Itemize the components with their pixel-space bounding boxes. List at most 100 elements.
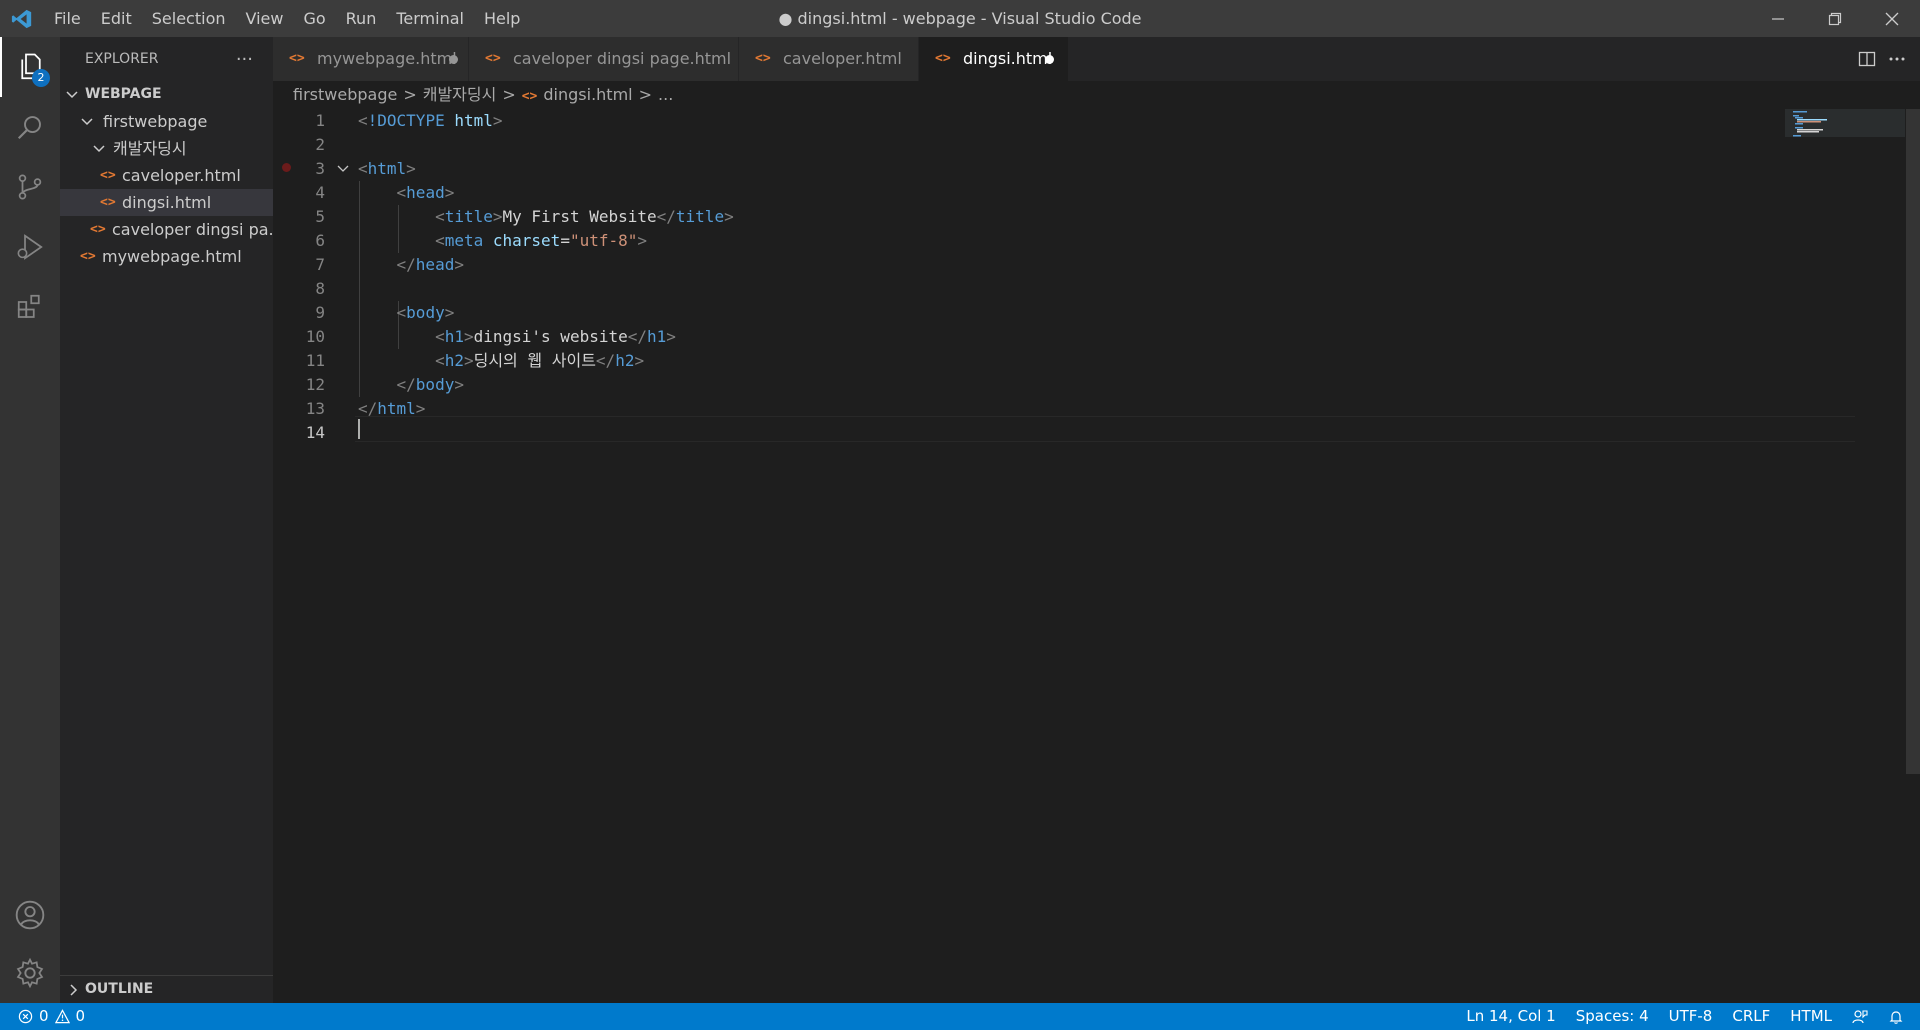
- title-text: My First Website: [502, 207, 657, 226]
- html-file-icon: <>: [289, 51, 305, 66]
- explorer-more-actions-button[interactable]: ···: [236, 49, 253, 70]
- explorer-sidebar: EXPLORER ··· WEBPAGE firstwebpage 캐발자딩시 …: [60, 37, 273, 1003]
- unsaved-dot-icon[interactable]: [449, 55, 458, 64]
- explorer-header: EXPLORER ···: [60, 37, 273, 81]
- html-file-icon: <>: [100, 195, 116, 210]
- feedback-button[interactable]: [1852, 1009, 1868, 1025]
- outline-title: OUTLINE: [85, 981, 154, 997]
- editor-scrollbar[interactable]: [1906, 109, 1920, 774]
- menu-file[interactable]: File: [44, 0, 91, 37]
- activity-search[interactable]: [0, 97, 60, 157]
- menu-bar: File Edit Selection View Go Run Terminal…: [44, 0, 530, 37]
- problems-indicator[interactable]: 0 0: [18, 1003, 85, 1030]
- code-line: 14: [273, 421, 1773, 445]
- menu-view[interactable]: View: [236, 0, 294, 37]
- tree-folder-firstwebpage[interactable]: firstwebpage: [60, 108, 273, 135]
- tab-label: caveloper dingsi page.html: [513, 49, 732, 68]
- more-actions-icon[interactable]: [1888, 50, 1906, 68]
- activity-explorer[interactable]: 2: [0, 37, 60, 97]
- text-cursor: [358, 419, 360, 439]
- cursor-position[interactable]: Ln 14, Col 1: [1466, 1003, 1555, 1030]
- notifications-button[interactable]: [1888, 1009, 1904, 1025]
- breadcrumb-item[interactable]: dingsi.html: [543, 85, 632, 104]
- menu-run[interactable]: Run: [336, 0, 387, 37]
- feedback-icon: [1852, 1009, 1868, 1023]
- menu-selection[interactable]: Selection: [142, 0, 236, 37]
- activity-extensions[interactable]: [0, 277, 60, 337]
- tab-dingsi[interactable]: <> dingsi.html: [919, 37, 1069, 81]
- minimap-preview: [1785, 109, 1905, 137]
- code-line: 2: [273, 133, 1773, 157]
- tree-label: mywebpage.html: [102, 247, 242, 266]
- line-number: 13: [305, 399, 325, 418]
- line-number: 10: [305, 327, 325, 346]
- split-editor-icon[interactable]: [1858, 50, 1876, 68]
- line-number: 8: [315, 279, 325, 298]
- menu-terminal[interactable]: Terminal: [386, 0, 474, 37]
- source-control-icon: [18, 174, 42, 200]
- close-window-button[interactable]: [1863, 0, 1920, 37]
- tab-mywebpage[interactable]: <> mywebpage.html: [273, 37, 469, 81]
- code-editor[interactable]: 1 <!DOCTYPE html> 2 3 <html> 4 <head> 5 …: [273, 109, 1920, 1003]
- indentation[interactable]: Spaces: 4: [1576, 1003, 1649, 1030]
- workspace-section-header[interactable]: WEBPAGE: [60, 81, 273, 108]
- end-of-line[interactable]: CRLF: [1732, 1003, 1770, 1030]
- activity-manage[interactable]: [0, 943, 60, 1003]
- code-line: 8: [273, 277, 1773, 301]
- status-bar: 0 0 Ln 14, Col 1 Spaces: 4 UTF-8 CRLF HT…: [0, 1003, 1920, 1030]
- html-file-icon: <>: [935, 51, 951, 66]
- error-icon: [18, 1009, 33, 1024]
- editor-actions: [1858, 37, 1920, 81]
- unsaved-dot-icon[interactable]: [1045, 55, 1054, 64]
- tab-caveloper-dingsi-page[interactable]: <> caveloper dingsi page.html: [469, 37, 739, 81]
- line-number: 7: [315, 255, 325, 274]
- code-line: 11 <h2>딩시의 웹 사이트</h2>: [273, 349, 1773, 373]
- line-number: 14: [305, 423, 325, 442]
- h1-text: dingsi's website: [473, 327, 628, 346]
- activity-run-debug[interactable]: [0, 217, 60, 277]
- tree-file-caveloper-dingsi-page[interactable]: <> caveloper dingsi pa...: [60, 216, 273, 243]
- gear-icon: [16, 957, 44, 989]
- breadcrumb-item[interactable]: ...: [658, 85, 673, 104]
- html-file-icon: <>: [485, 51, 501, 66]
- tree-file-mywebpage-html[interactable]: <> mywebpage.html: [60, 243, 273, 270]
- menu-help[interactable]: Help: [474, 0, 530, 37]
- code-line: 3 <html>: [273, 157, 1773, 181]
- breadcrumb-item[interactable]: firstwebpage: [293, 85, 397, 104]
- close-icon: [1885, 12, 1898, 25]
- tab-caveloper[interactable]: <> caveloper.html: [739, 37, 919, 81]
- line-content: <body>: [396, 303, 455, 322]
- line-number: 6: [315, 231, 325, 250]
- restore-button[interactable]: [1806, 0, 1863, 37]
- menu-edit[interactable]: Edit: [91, 0, 142, 37]
- minimize-button[interactable]: [1749, 0, 1806, 37]
- tree-folder-caveloper[interactable]: 캐발자딩시: [60, 135, 273, 162]
- html-file-icon: <>: [521, 89, 538, 104]
- activity-accounts[interactable]: [0, 885, 60, 945]
- breadcrumb-item[interactable]: 캐발자딩시: [423, 85, 497, 104]
- breadcrumb-separator-icon: >: [638, 85, 653, 104]
- menu-go[interactable]: Go: [293, 0, 335, 37]
- tree-label: firstwebpage: [103, 112, 208, 131]
- outline-section-header[interactable]: OUTLINE: [60, 975, 273, 1003]
- tree-file-caveloper-html[interactable]: <> caveloper.html: [60, 162, 273, 189]
- encoding[interactable]: UTF-8: [1669, 1003, 1713, 1030]
- code-line: 4 <head>: [273, 181, 1773, 205]
- line-number: 12: [305, 375, 325, 394]
- minimap[interactable]: [1785, 109, 1920, 1003]
- charset-value: "utf-8": [569, 231, 638, 250]
- tree-label: caveloper.html: [122, 166, 241, 185]
- chevron-down-icon: [66, 91, 78, 99]
- breakpoint-hint-icon[interactable]: [282, 163, 291, 172]
- status-right: Ln 14, Col 1 Spaces: 4 UTF-8 CRLF HTML: [1446, 1003, 1904, 1030]
- fold-chevron-icon[interactable]: [337, 163, 349, 175]
- title-bar: File Edit Selection View Go Run Terminal…: [0, 0, 1920, 37]
- tree-file-dingsi-html[interactable]: <> dingsi.html: [60, 189, 273, 216]
- language-mode[interactable]: HTML: [1790, 1003, 1832, 1030]
- line-number: 1: [315, 111, 325, 130]
- code-line: 6 <meta charset="utf-8">: [273, 229, 1773, 253]
- activity-source-control[interactable]: [0, 157, 60, 217]
- line-content: <meta charset="utf-8">: [435, 231, 648, 250]
- tree-label: caveloper dingsi pa...: [112, 220, 273, 239]
- line-content: <h1>dingsi's website</h1>: [435, 327, 676, 346]
